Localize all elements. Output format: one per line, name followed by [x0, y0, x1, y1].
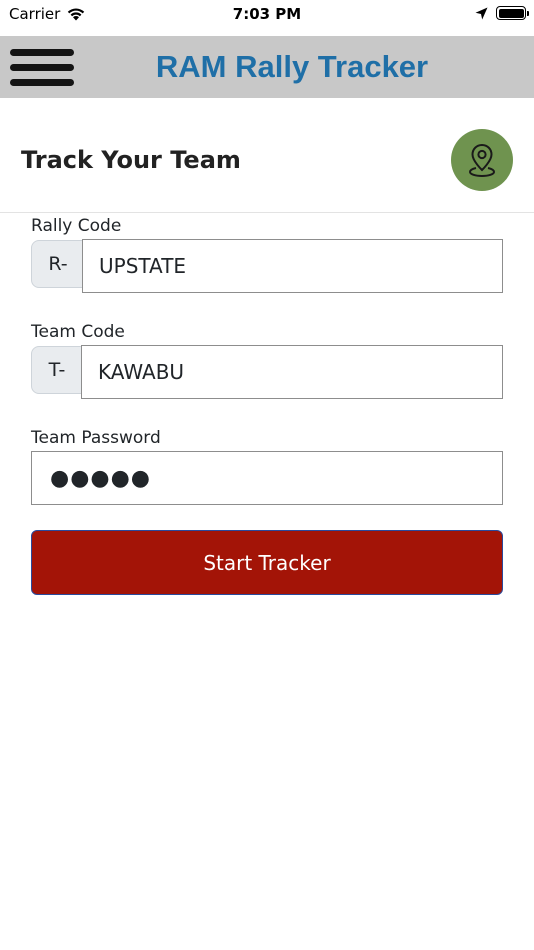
rally-code-input[interactable]: UPSTATE [82, 239, 503, 293]
map-button[interactable] [451, 129, 513, 191]
team-code-prefix: T- [31, 346, 83, 394]
start-tracker-button[interactable]: Start Tracker [31, 530, 503, 595]
battery-icon [496, 6, 529, 20]
location-arrow-icon [475, 7, 488, 19]
team-code-label: Team Code [31, 322, 125, 342]
team-password-label: Team Password [31, 428, 161, 448]
map-pin-icon [468, 143, 496, 178]
app-header: RAM Rally Tracker [0, 36, 534, 98]
team-code-input[interactable]: KAWABU [81, 345, 503, 399]
status-right-indicators [475, 6, 529, 20]
app-title: RAM Rally Tracker [155, 49, 429, 84]
rally-code-prefix: R- [31, 240, 85, 288]
page-title: Track Your Team [21, 146, 241, 174]
team-password-input[interactable]: ●●●●● [31, 451, 503, 505]
rally-code-label: Rally Code [31, 216, 122, 236]
status-time: 7:03 PM [232, 5, 302, 23]
section-divider [0, 212, 534, 213]
status-bar: Carrier 7:03 PM [0, 0, 534, 36]
